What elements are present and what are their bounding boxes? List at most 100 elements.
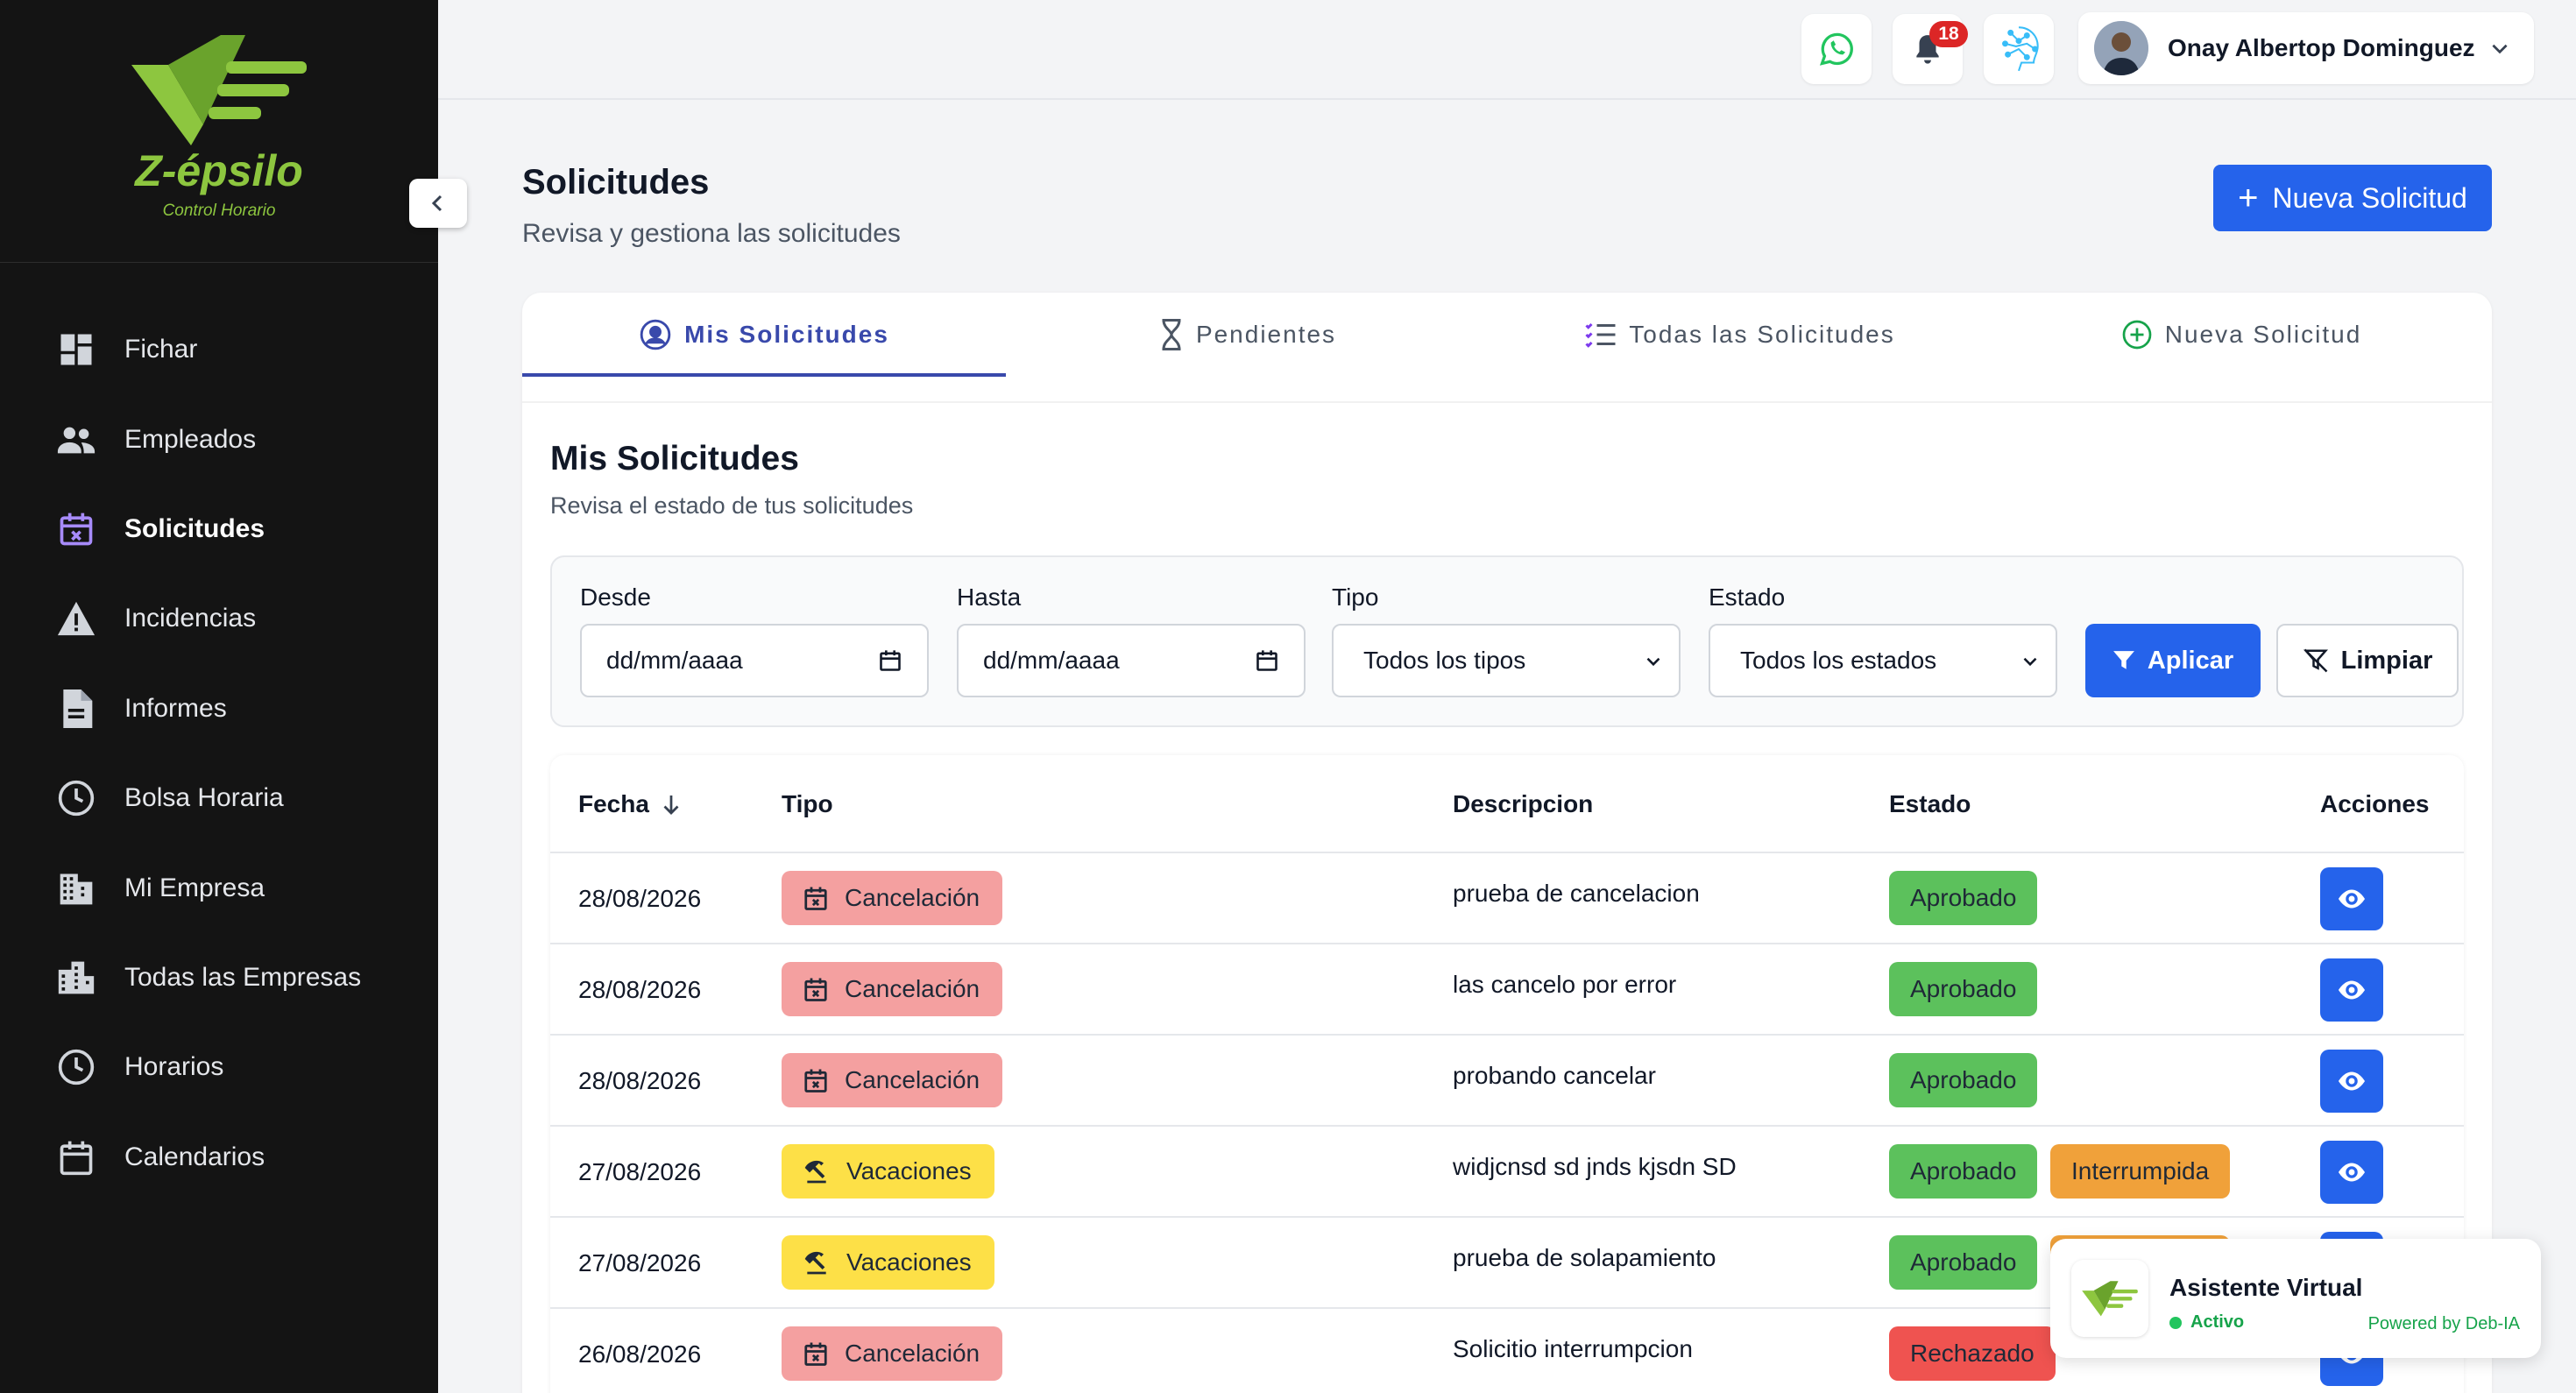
calendar-x-icon <box>803 1340 829 1367</box>
sidebar-item-mi-empresa[interactable]: Mi Empresa <box>0 843 438 932</box>
virtual-assistant-widget[interactable]: Asistente Virtual Activo Powered by Deb-… <box>2050 1239 2541 1358</box>
estado-select[interactable]: Todos los estados <box>1709 624 2057 697</box>
column-acciones: Acciones <box>2320 790 2430 817</box>
sidebar-item-label: Calendarios <box>124 1142 265 1171</box>
eye-icon <box>2336 1065 2367 1097</box>
eye-icon <box>2336 883 2367 915</box>
filters-panel: Desde dd/mm/aaaa Hasta dd/mm/aaaa Tipo T… <box>550 555 2464 727</box>
brand-logo[interactable]: Z-épsilo Control Horario <box>0 0 438 263</box>
row-description: las cancelo por error <box>1453 971 1677 998</box>
row-date: 28/08/2026 <box>578 1067 702 1094</box>
desde-date-input[interactable]: dd/mm/aaaa <box>580 624 929 697</box>
view-request-button[interactable] <box>2320 1141 2383 1204</box>
clock-icon <box>56 778 96 818</box>
row-date: 26/08/2026 <box>578 1340 702 1368</box>
apply-filters-button[interactable]: Aplicar <box>2085 624 2261 697</box>
type-label: Cancelación <box>845 884 980 911</box>
column-estado: Estado <box>1889 790 1971 817</box>
row-description: Solicitio interrumpcion <box>1453 1335 1693 1362</box>
view-request-button[interactable] <box>2320 1050 2383 1113</box>
clear-filters-button[interactable]: Limpiar <box>2276 624 2459 697</box>
sidebar-item-label: Solicitudes <box>124 513 265 543</box>
sidebar-item-horarios[interactable]: Horarios <box>0 1022 438 1112</box>
sidebar-item-fichar[interactable]: Fichar <box>0 305 438 394</box>
clock-icon <box>56 1047 96 1087</box>
sidebar-item-label: Empleados <box>124 424 257 454</box>
notifications-button[interactable]: 18 <box>1893 14 1968 84</box>
brand-name: Z-épsilo <box>135 146 303 195</box>
tabs: Mis Solicitudes Pendientes Todas las Sol… <box>522 293 2492 403</box>
sidebar-item-label: Bolsa Horaria <box>124 783 284 813</box>
column-tipo: Tipo <box>782 790 833 817</box>
view-request-button[interactable] <box>2320 958 2383 1022</box>
tab-label: Nueva Solicitud <box>2164 321 2362 348</box>
hourglass-icon <box>1159 319 1184 350</box>
row-date: 28/08/2026 <box>578 976 702 1003</box>
filter-off-icon <box>2303 647 2329 674</box>
type-badge: Cancelación <box>782 1326 1003 1381</box>
chevron-left-icon <box>431 194 442 212</box>
filter-icon <box>2112 649 2135 672</box>
section-title: Mis Solicitudes <box>550 440 799 477</box>
assistant-powered-by: Powered by Deb-IA <box>2367 1314 2520 1333</box>
table-row: 28/08/2026 Cancelación las cancelo por err… <box>550 944 2464 1036</box>
sidebar-item-informes[interactable]: Informes <box>0 664 438 753</box>
column-fecha[interactable]: Fecha <box>578 790 684 818</box>
calendar-icon <box>1256 650 1277 671</box>
table-row: 28/08/2026 Cancelación probando cancelar Ap… <box>550 1036 2464 1127</box>
tab-pendientes[interactable]: Pendientes <box>1006 293 1490 377</box>
new-request-button[interactable]: + Nueva Solicitud <box>2213 165 2492 231</box>
calendar-icon <box>56 1137 96 1177</box>
chevron-down-icon <box>2492 44 2508 54</box>
ai-brain-icon <box>2002 26 2039 72</box>
tab-mis-solicitudes[interactable]: Mis Solicitudes <box>522 293 1006 377</box>
plus-icon: + <box>2238 179 2259 217</box>
desde-value: dd/mm/aaaa <box>606 647 743 674</box>
sidebar-item-incidencias[interactable]: Incidencias <box>0 574 438 663</box>
calendar-x-icon <box>803 976 829 1002</box>
hasta-date-input[interactable]: dd/mm/aaaa <box>957 624 1306 697</box>
notifications-badge: 18 <box>1929 21 1968 47</box>
tab-label: Mis Solicitudes <box>684 321 889 348</box>
sidebar-item-todas-las-empresas[interactable]: Todas las Empresas <box>0 933 438 1022</box>
sidebar-item-label: Fichar <box>124 335 198 364</box>
column-descripcion: Descripcion <box>1453 790 1594 817</box>
chevron-down-icon <box>2023 657 2037 667</box>
user-circle-icon <box>639 318 672 351</box>
assistant-title: Asistente Virtual <box>2169 1274 2363 1301</box>
topbar: 18 Onay Albertop Dominguez <box>438 0 2576 100</box>
type-badge: Vacaciones <box>782 1235 994 1290</box>
whatsapp-button[interactable] <box>1801 14 1872 84</box>
tipo-label: Tipo <box>1332 583 1379 611</box>
table-row: 28/08/2026 Cancelación prueba de cancelaci… <box>550 853 2464 944</box>
row-date: 27/08/2026 <box>578 1158 702 1185</box>
umbrella-icon <box>803 1248 831 1276</box>
sidebar-item-empleados[interactable]: Empleados <box>0 394 438 484</box>
sidebar-item-label: Incidencias <box>124 604 257 633</box>
estado-label: Estado <box>1709 583 1786 611</box>
tipo-select[interactable]: Todos los tipos <box>1332 624 1681 697</box>
row-description: prueba de solapamiento <box>1453 1244 1716 1271</box>
sidebar-item-bolsa-horaria[interactable]: Bolsa Horaria <box>0 753 438 843</box>
tab-todas-las-solicitudes[interactable]: Todas las Solicitudes <box>1490 293 1991 377</box>
clear-label: Limpiar <box>2340 646 2433 675</box>
status-badge: Aprobado <box>1889 1235 2038 1290</box>
row-date: 27/08/2026 <box>578 1249 702 1276</box>
tab-nueva-solicitud[interactable]: Nueva Solicitud <box>1991 293 2492 377</box>
interrupted-badge: Interrumpida <box>2050 1144 2231 1199</box>
sidebar-item-solicitudes[interactable]: Solicitudes <box>0 484 438 574</box>
type-label: Cancelación <box>845 975 980 1002</box>
user-menu-button[interactable]: Onay Albertop Dominguez <box>2078 12 2534 84</box>
building-icon <box>56 868 96 909</box>
sidebar-collapse-button[interactable] <box>409 179 467 228</box>
plus-circle-icon <box>2121 319 2153 350</box>
calendar-x-icon <box>803 885 829 911</box>
sidebar-item-calendarios[interactable]: Calendarios <box>0 1113 438 1202</box>
tipo-value: Todos los tipos <box>1363 647 1526 674</box>
row-description: prueba de cancelacion <box>1453 880 1700 907</box>
view-request-button[interactable] <box>2320 867 2383 930</box>
calendar-icon <box>880 650 901 671</box>
requests-card: Mis Solicitudes Pendientes Todas las Sol… <box>522 293 2492 1393</box>
type-label: Vacaciones <box>846 1157 972 1184</box>
ai-brain-button[interactable] <box>1984 14 2054 84</box>
